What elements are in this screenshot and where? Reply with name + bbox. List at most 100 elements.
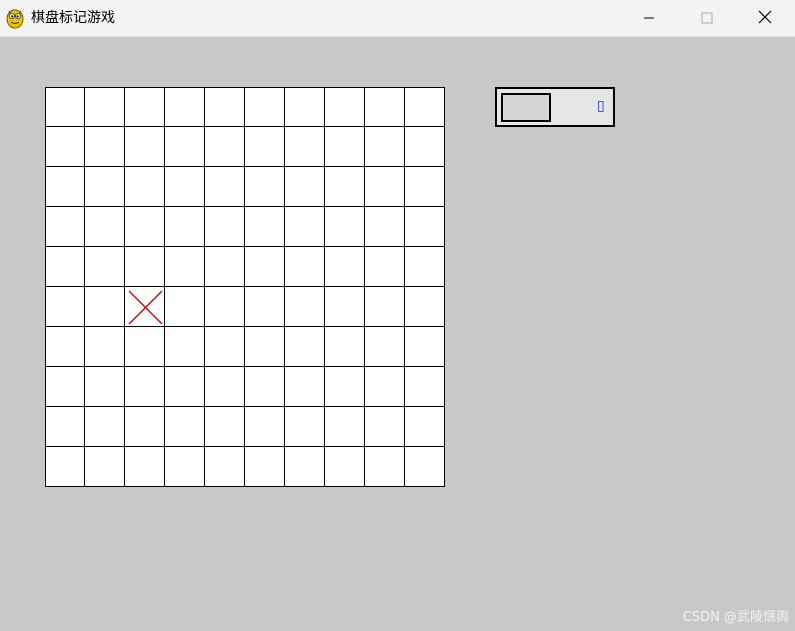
board-cell[interactable]: [85, 167, 125, 207]
maximize-button[interactable]: [678, 0, 736, 36]
board-cell[interactable]: [85, 127, 125, 167]
panel-input-box[interactable]: [501, 93, 551, 122]
board-cell[interactable]: [325, 327, 365, 367]
board-cell[interactable]: [85, 327, 125, 367]
board-cell[interactable]: [285, 247, 325, 287]
board-cell[interactable]: [125, 407, 165, 447]
board-cell[interactable]: [285, 87, 325, 127]
board-cell[interactable]: [205, 367, 245, 407]
board-cell[interactable]: [325, 207, 365, 247]
board-cell[interactable]: [245, 447, 285, 487]
board-cell[interactable]: [125, 327, 165, 367]
game-board[interactable]: [45, 87, 445, 487]
board-cell[interactable]: [165, 127, 205, 167]
board-cell[interactable]: [85, 407, 125, 447]
title-bar[interactable]: 棋盘标记游戏: [0, 0, 795, 37]
board-cell[interactable]: [245, 287, 285, 327]
board-cell[interactable]: [125, 167, 165, 207]
board-cell[interactable]: [325, 127, 365, 167]
board-cell[interactable]: [85, 447, 125, 487]
board-cell[interactable]: [245, 367, 285, 407]
board-cell[interactable]: [285, 447, 325, 487]
board-cell[interactable]: [125, 287, 165, 327]
board-cell[interactable]: [365, 87, 405, 127]
minimize-button[interactable]: [620, 0, 678, 36]
board-cell[interactable]: [285, 367, 325, 407]
close-button[interactable]: [736, 0, 794, 36]
board-cell[interactable]: [125, 127, 165, 167]
board-cell[interactable]: [45, 447, 85, 487]
board-cell[interactable]: [325, 247, 365, 287]
board-cell[interactable]: [45, 167, 85, 207]
board-cell[interactable]: [365, 167, 405, 207]
board-cell[interactable]: [165, 327, 205, 367]
board-cell[interactable]: [285, 207, 325, 247]
board-cell[interactable]: [245, 167, 285, 207]
board-cell[interactable]: [205, 287, 245, 327]
board-cell[interactable]: [205, 247, 245, 287]
board-cell[interactable]: [165, 167, 205, 207]
board-cell[interactable]: [205, 327, 245, 367]
board-cell[interactable]: [45, 367, 85, 407]
board-cell[interactable]: [365, 367, 405, 407]
board-cell[interactable]: [205, 167, 245, 207]
board-cell[interactable]: [85, 247, 125, 287]
board-cell[interactable]: [125, 207, 165, 247]
board-cell[interactable]: [325, 407, 365, 447]
board-cell[interactable]: [165, 287, 205, 327]
board-cell[interactable]: [45, 287, 85, 327]
board-cell[interactable]: [405, 447, 445, 487]
board-cell[interactable]: [245, 87, 285, 127]
board-cell[interactable]: [325, 447, 365, 487]
board-cell[interactable]: [125, 447, 165, 487]
board-cell[interactable]: [365, 127, 405, 167]
board-cell[interactable]: [285, 167, 325, 207]
board-cell[interactable]: [45, 327, 85, 367]
board-cell[interactable]: [165, 407, 205, 447]
board-cell[interactable]: [45, 247, 85, 287]
board-cell[interactable]: [85, 287, 125, 327]
board-cell[interactable]: [325, 287, 365, 327]
board-cell[interactable]: [325, 87, 365, 127]
board-cell[interactable]: [85, 207, 125, 247]
board-cell[interactable]: [365, 327, 405, 367]
board-cell[interactable]: [165, 247, 205, 287]
board-cell[interactable]: [45, 127, 85, 167]
board-cell[interactable]: [405, 287, 445, 327]
board-cell[interactable]: [405, 367, 445, 407]
board-cell[interactable]: [285, 287, 325, 327]
board-cell[interactable]: [245, 127, 285, 167]
board-cell[interactable]: [205, 127, 245, 167]
board-cell[interactable]: [85, 367, 125, 407]
board-cell[interactable]: [405, 207, 445, 247]
board-cell[interactable]: [365, 447, 405, 487]
board-cell[interactable]: [325, 167, 365, 207]
board-cell[interactable]: [45, 207, 85, 247]
board-cell[interactable]: [245, 407, 285, 447]
board-cell[interactable]: [245, 207, 285, 247]
board-cell[interactable]: [245, 327, 285, 367]
board-cell[interactable]: [365, 407, 405, 447]
board-cell[interactable]: [45, 87, 85, 127]
board-cell[interactable]: [125, 87, 165, 127]
board-cell[interactable]: [205, 207, 245, 247]
board-cell[interactable]: [45, 407, 85, 447]
board-cell[interactable]: [285, 407, 325, 447]
board-cell[interactable]: [405, 87, 445, 127]
board-cell[interactable]: [205, 87, 245, 127]
board-cell[interactable]: [325, 367, 365, 407]
board-cell[interactable]: [245, 247, 285, 287]
board-cell[interactable]: [285, 127, 325, 167]
board-cell[interactable]: [405, 247, 445, 287]
board-cell[interactable]: [365, 247, 405, 287]
board-cell[interactable]: [405, 407, 445, 447]
board-cell[interactable]: [165, 207, 205, 247]
board-cell[interactable]: [205, 447, 245, 487]
board-cell[interactable]: [165, 367, 205, 407]
board-cell[interactable]: [405, 327, 445, 367]
board-cell[interactable]: [365, 287, 405, 327]
board-cell[interactable]: [125, 367, 165, 407]
board-cell[interactable]: [85, 87, 125, 127]
board-cell[interactable]: [125, 247, 165, 287]
board-cell[interactable]: [165, 87, 205, 127]
